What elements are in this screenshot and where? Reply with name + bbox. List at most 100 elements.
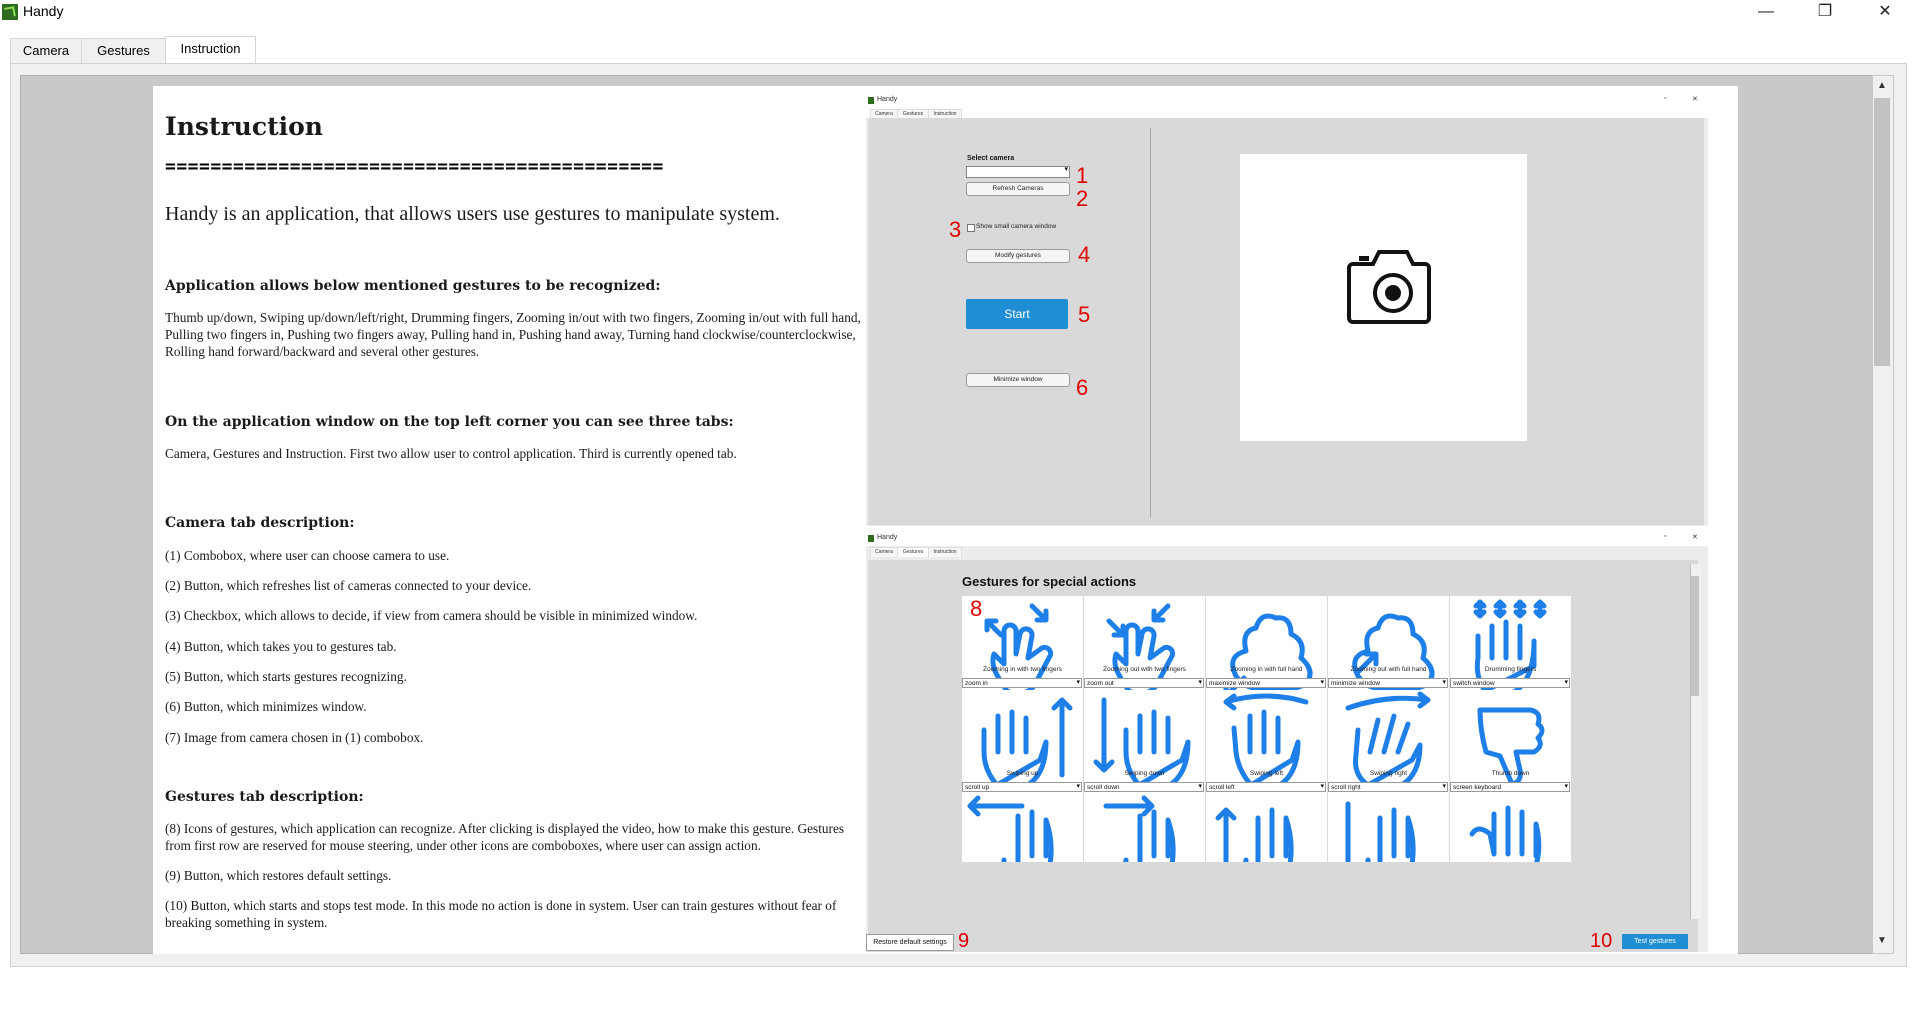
gesture-caption: Zooming in with full hand (1230, 666, 1303, 673)
list-item: (6) Button, which minimizes window. (165, 699, 367, 714)
gesture-caption: Swiping up (1006, 770, 1039, 777)
gesture-cell-slide-down (1328, 794, 1449, 862)
callout-4: 4 (1078, 242, 1091, 267)
mini-tab-camera: Camera (870, 547, 898, 557)
select-camera-label: Select camera (967, 155, 1015, 162)
gesture-row-partial (962, 794, 1692, 862)
gesture-cell-slide-up (1206, 794, 1327, 862)
mini-divider (1150, 128, 1151, 518)
mini-tab-instruction: Instruction (928, 547, 962, 557)
gesture-action-select: scroll up (962, 782, 1082, 792)
callout-9: 9 (958, 930, 970, 952)
scroll-up-arrow-icon[interactable]: ▲ (1874, 78, 1890, 94)
chevron-down-icon: ▾ (1064, 166, 1068, 173)
page-title: Instruction (165, 112, 323, 141)
section-paragraph: Camera, Gestures and Instruction. First … (165, 446, 737, 461)
mini-restore-icon: ▫ (1664, 95, 1667, 102)
mini-test-gestures-button: Test gestures (1622, 934, 1688, 949)
list-item: (3) Checkbox, which allows to decide, if… (165, 608, 698, 623)
section-heading: Camera tab description: (165, 515, 355, 531)
callout-8: 8 (970, 596, 983, 621)
gesture-action-select: scroll right (1328, 782, 1448, 792)
open-hand-icon (1469, 805, 1542, 862)
mini-restore-defaults-button: Restore default settings (866, 934, 954, 951)
list-item: (7) Image from camera chosen in (1) comb… (165, 730, 424, 745)
callout-2: 2 (1076, 186, 1089, 211)
mini-title-bar: Handy ▫ ✕ (866, 94, 1708, 108)
gesture-caption: Drumming fingers (1484, 666, 1537, 673)
list-item: (5) Button, which starts gestures recogn… (165, 669, 407, 684)
callout-6: 6 (1076, 375, 1089, 400)
camera-preview-image (1240, 154, 1527, 441)
slide-down-icon (1345, 801, 1416, 862)
list-item: (10) Button, which starts and stops test… (165, 898, 837, 930)
gesture-cell-open-hand (1450, 794, 1571, 862)
mini-tab-gestures: Gestures (897, 547, 929, 557)
scrollbar-thumb[interactable] (1874, 98, 1890, 366)
mini-scrollbar-thumb (1691, 576, 1699, 696)
mini-camera-combobox: ▾ (966, 166, 1070, 178)
tab-camera[interactable]: Camera (10, 38, 82, 63)
gesture-caption: Zooming out with two fingers (1103, 666, 1186, 673)
gestures-heading: Gestures for special actions (962, 574, 1137, 589)
mini-start-button: Start (966, 299, 1068, 329)
list-item: (9) Button, which restores default setti… (165, 868, 392, 883)
tab-gestures[interactable]: Gestures (81, 38, 166, 63)
scroll-down-arrow-icon[interactable]: ▼ (1874, 933, 1890, 949)
mini-minimize-button: Minimize window (966, 373, 1070, 387)
mini-app-icon (868, 535, 874, 542)
gesture-action-select: zoom out (1084, 678, 1204, 688)
gesture-action-select: switch window (1450, 678, 1570, 688)
mini-restore-icon: ▫ (1664, 533, 1667, 540)
section-heading: Gestures tab description: (165, 789, 364, 805)
gesture-action-select: scroll left (1206, 782, 1326, 792)
gesture-action-select: maximize window (1206, 678, 1326, 688)
gesture-cell-slide-right (1084, 794, 1205, 862)
gesture-caption: Thumb down (1491, 770, 1530, 777)
mini-close-icon: ✕ (1692, 96, 1698, 103)
mini-close-icon: ✕ (1692, 534, 1698, 541)
callout-10: 10 (1590, 930, 1613, 952)
gestures-tab-screenshot: Handy ▫ ✕ Camera Gestures Instruction Ge… (866, 532, 1708, 952)
section-heading: Application allows below mentioned gestu… (165, 278, 661, 294)
tab-instruction[interactable]: Instruction (165, 36, 256, 65)
window-title: Handy (23, 3, 64, 19)
mini-modify-gestures-button: Modify gestures (966, 249, 1070, 263)
mini-checkbox (967, 224, 975, 232)
gesture-caption: Swiping right (1369, 770, 1408, 777)
section-heading: On the application window on the top lef… (165, 414, 734, 430)
camera-icon (1347, 250, 1431, 324)
list-item: (8) Icons of gestures, which application… (165, 821, 845, 853)
gesture-action-select: minimize window (1328, 678, 1448, 688)
intro-text: Handy is an application, that allows use… (165, 203, 780, 225)
callout-3: 3 (949, 217, 962, 242)
list-item: (1) Combobox, where user can choose came… (165, 548, 450, 563)
title-bar (0, 0, 1915, 24)
camera-tab-screenshot: Handy ▫ ✕ Camera Gestures Instruction Se… (866, 94, 1708, 526)
mini-app-icon (868, 97, 874, 104)
mini-refresh-button: Refresh Cameras (966, 182, 1070, 196)
section-paragraph: Thumb up/down, Swiping up/down/left/righ… (165, 310, 861, 359)
callout-5: 5 (1078, 302, 1091, 327)
mini-checkbox-label: Show small camera window (976, 223, 1057, 230)
slide-right-icon (1103, 795, 1176, 862)
title-underline-rule: ========================================… (165, 161, 664, 173)
gesture-action-select: screen keyboard (1450, 782, 1570, 792)
restore-window-button[interactable]: ❐ (1800, 0, 1850, 24)
gesture-caption: Zooming in with two fingers (983, 666, 1062, 673)
gesture-action-select: zoom in (962, 678, 1082, 688)
close-window-button[interactable]: ✕ (1860, 0, 1910, 24)
slide-up-icon (1215, 807, 1294, 862)
mini-title-bar: Handy ▫ ✕ (866, 532, 1708, 546)
mini-tab-bar (866, 108, 1708, 118)
gesture-caption: Zooming out with full hand (1350, 666, 1427, 673)
gesture-cell-slide-left (962, 794, 1083, 862)
list-item: (2) Button, which refreshes list of came… (165, 578, 532, 593)
minimize-window-button[interactable]: — (1741, 0, 1791, 24)
list-item: (4) Button, which takes you to gestures … (165, 639, 397, 654)
gesture-caption: Swiping down (1124, 770, 1165, 777)
slide-left-icon (967, 795, 1054, 862)
gesture-action-select: scroll down (1084, 782, 1204, 792)
mini-window-title: Handy (877, 96, 898, 103)
app-logo-icon (2, 4, 18, 20)
